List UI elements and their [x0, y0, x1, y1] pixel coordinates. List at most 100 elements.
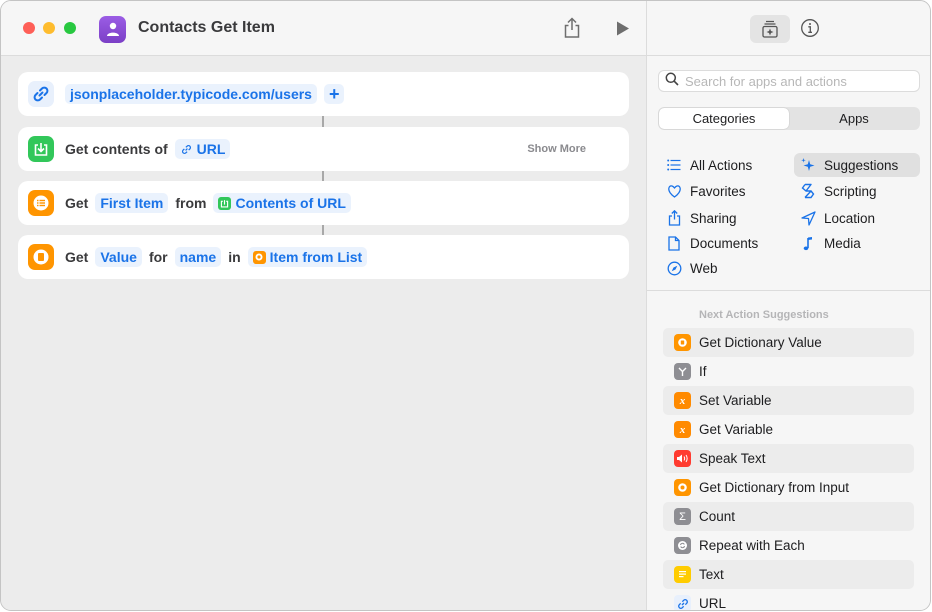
dictionary-icon [28, 244, 54, 270]
suggestion-label: Count [699, 509, 736, 524]
category-label: Web [690, 260, 718, 276]
sparkles-icon [800, 157, 816, 173]
music-note-icon [800, 235, 816, 251]
library-segmented-control: Categories Apps [658, 107, 920, 130]
info-icon[interactable] [800, 18, 820, 38]
repeat-icon [674, 537, 691, 554]
suggestion-label: Get Variable [699, 422, 774, 437]
minimize-button[interactable] [43, 22, 55, 34]
item-from-list-token[interactable]: Item from List [247, 247, 368, 267]
value-type-token[interactable]: Value [95, 247, 142, 267]
get-contents-action[interactable]: Get contents of URL Show More [18, 127, 629, 171]
action-label: from [175, 195, 207, 211]
tab-apps[interactable]: Apps [789, 108, 919, 129]
category-label: All Actions [690, 157, 753, 173]
scripting-icon [800, 183, 816, 199]
location-icon [800, 210, 816, 226]
shortcut-title[interactable]: Contacts Get Item [138, 19, 275, 37]
category-documents[interactable]: Documents [660, 231, 786, 255]
category-media[interactable]: Media [794, 231, 920, 255]
action-label: Get [65, 195, 89, 211]
link-icon [674, 595, 691, 610]
suggestion-set-variable[interactable]: x Set Variable [663, 386, 914, 415]
url-variable-token[interactable]: URL [174, 139, 231, 159]
suggestion-label: Repeat with Each [699, 538, 805, 553]
category-web[interactable]: Web [660, 256, 786, 280]
token-label: URL [196, 141, 226, 157]
search-icon [665, 72, 679, 91]
suggestion-label: Speak Text [699, 451, 766, 466]
suggestion-text[interactable]: Text [663, 560, 914, 589]
action-label: Get [65, 249, 89, 265]
category-suggestions[interactable]: Suggestions [794, 153, 920, 177]
editor-area: Contacts Get Item jsonplaceholder.typico… [1, 1, 646, 610]
suggestion-get-variable[interactable]: x Get Variable [663, 415, 914, 444]
share-icon[interactable] [562, 17, 582, 39]
suggestion-get-dictionary-from-input[interactable]: Get Dictionary from Input [663, 473, 914, 502]
heart-icon [666, 183, 682, 199]
get-item-from-list-action[interactable]: Get First Item from Contents of URL [18, 181, 629, 225]
show-more-button[interactable]: Show More [527, 143, 586, 155]
category-all-actions[interactable]: All Actions [660, 153, 786, 177]
category-location[interactable]: Location [794, 206, 920, 230]
url-value-token[interactable]: jsonplaceholder.typicode.com/users [65, 84, 317, 104]
connector-line [322, 116, 324, 127]
category-sharing[interactable]: Sharing [660, 206, 786, 230]
compass-icon [666, 260, 682, 276]
key-token[interactable]: name [174, 247, 222, 267]
suggestion-label: Get Dictionary Value [699, 335, 822, 350]
close-button[interactable] [23, 22, 35, 34]
list-icon [252, 250, 266, 264]
link-icon [180, 143, 193, 156]
link-icon [28, 81, 54, 107]
category-label: Sharing [690, 210, 737, 226]
share-icon [666, 210, 682, 226]
title-bar: Contacts Get Item [1, 1, 646, 56]
category-label: Favorites [690, 183, 746, 199]
suggestion-label: Get Dictionary from Input [699, 480, 850, 495]
tab-categories[interactable]: Categories [659, 108, 789, 129]
item-selector-token[interactable]: First Item [95, 193, 169, 213]
person-icon[interactable] [99, 16, 126, 43]
action-library-icon[interactable] [750, 15, 790, 43]
token-label: Item from List [269, 249, 363, 265]
url-action[interactable]: jsonplaceholder.typicode.com/users + [18, 72, 629, 116]
category-label: Suggestions [824, 157, 899, 173]
download-icon [218, 196, 232, 210]
suggestion-get-dictionary-value[interactable]: Get Dictionary Value [663, 328, 914, 357]
add-url-button[interactable]: + [323, 84, 345, 104]
suggestion-repeat-with-each[interactable]: Repeat with Each [663, 531, 914, 560]
list-icon [666, 157, 682, 173]
contents-of-url-token[interactable]: Contents of URL [213, 193, 351, 213]
suggestion-label: Text [699, 567, 724, 582]
categories-list: All Actions Suggestions Favorites Script… [647, 153, 930, 291]
search-field[interactable] [658, 70, 920, 92]
category-favorites[interactable]: Favorites [660, 179, 786, 203]
play-icon[interactable] [615, 20, 631, 37]
suggestion-url[interactable]: URL [663, 589, 914, 610]
suggestion-label: If [699, 364, 707, 379]
search-input[interactable] [685, 73, 905, 89]
suggestion-if[interactable]: If [663, 357, 914, 386]
speaker-icon [674, 450, 691, 467]
actions-canvas: jsonplaceholder.typicode.com/users + Get… [1, 57, 646, 610]
get-dictionary-value-action[interactable]: Get Value for name in Item from List [18, 235, 629, 279]
action-library-sidebar: Categories Apps All Actions Suggestions … [646, 1, 930, 610]
variable-icon: x [674, 392, 691, 409]
action-label: Get contents of [65, 141, 168, 157]
category-scripting[interactable]: Scripting [794, 179, 920, 203]
action-label: for [148, 249, 168, 265]
category-label: Location [824, 210, 876, 226]
suggestion-count[interactable]: Σ Count [663, 502, 914, 531]
zoom-button[interactable] [64, 22, 76, 34]
suggestion-label: Set Variable [699, 393, 772, 408]
branch-icon [674, 363, 691, 380]
text-icon [674, 566, 691, 583]
shortcuts-window: Contacts Get Item jsonplaceholder.typico… [0, 0, 931, 611]
document-icon [666, 235, 682, 251]
suggestion-speak-text[interactable]: Speak Text [663, 444, 914, 473]
list-icon [28, 190, 54, 216]
suggestions-heading: Next Action Suggestions [699, 309, 829, 321]
suggestions-list: Get Dictionary Value If x Set Variable x… [663, 328, 914, 610]
dictionary-icon [674, 334, 691, 351]
